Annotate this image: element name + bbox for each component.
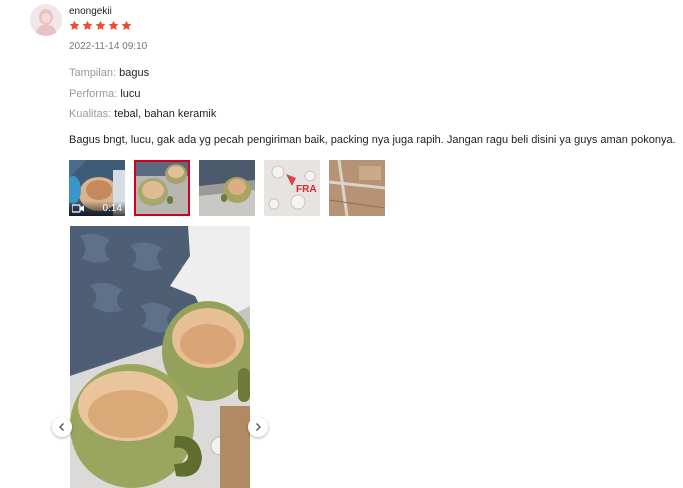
review-datetime: 2022-11-14 09:10 [69,41,148,52]
thumbnail-image [329,160,385,216]
fragile-label: FRA [296,184,317,195]
avatar[interactable] [30,4,62,36]
chevron-left-icon [59,423,64,431]
video-duration: 0:14 [102,203,122,214]
attribute-value: bagus [119,67,150,79]
video-thumbnail[interactable]: 0:14 [69,160,125,216]
attribute-value: lucu [120,88,141,100]
star-icon [82,20,93,31]
star-icon [121,20,132,31]
star-icon [95,20,106,31]
review-comment: Bagus bngt, lucu, gak ada yg pecah pengi… [69,134,676,146]
star-icon [108,20,119,31]
preview-image [70,226,250,488]
image-thumbnail[interactable] [329,160,385,216]
thumbnail-image [199,160,255,216]
attribute-label: Performa: [69,88,118,100]
attribute-kualitas: Kualitas: tebal, bahan keramik [69,108,216,120]
media-preview [70,226,250,488]
star-icon [69,20,80,31]
image-thumbnail[interactable]: FRA [264,160,320,216]
image-thumbnail-selected[interactable] [134,160,190,216]
avatar-image [30,4,62,36]
video-camera-icon [72,204,84,213]
attribute-label: Kualitas: [69,108,112,120]
thumbnail-image: FRA [264,160,320,216]
chevron-right-icon [256,423,261,431]
media-thumbnails: 0:14 FRA [69,160,385,216]
attribute-value: tebal, bahan keramik [114,108,217,120]
video-overlay: 0:14 [69,201,125,216]
rating-stars [69,20,132,31]
attribute-label: Tampilan: [69,67,117,79]
attribute-performa: Performa: lucu [69,88,141,100]
previous-image-button[interactable] [52,417,72,437]
next-image-button[interactable] [248,417,268,437]
attribute-tampilan: Tampilan: bagus [69,67,149,79]
image-thumbnail[interactable] [199,160,255,216]
thumbnail-image [136,162,188,214]
reviewer-username[interactable]: enongekii [69,6,112,17]
